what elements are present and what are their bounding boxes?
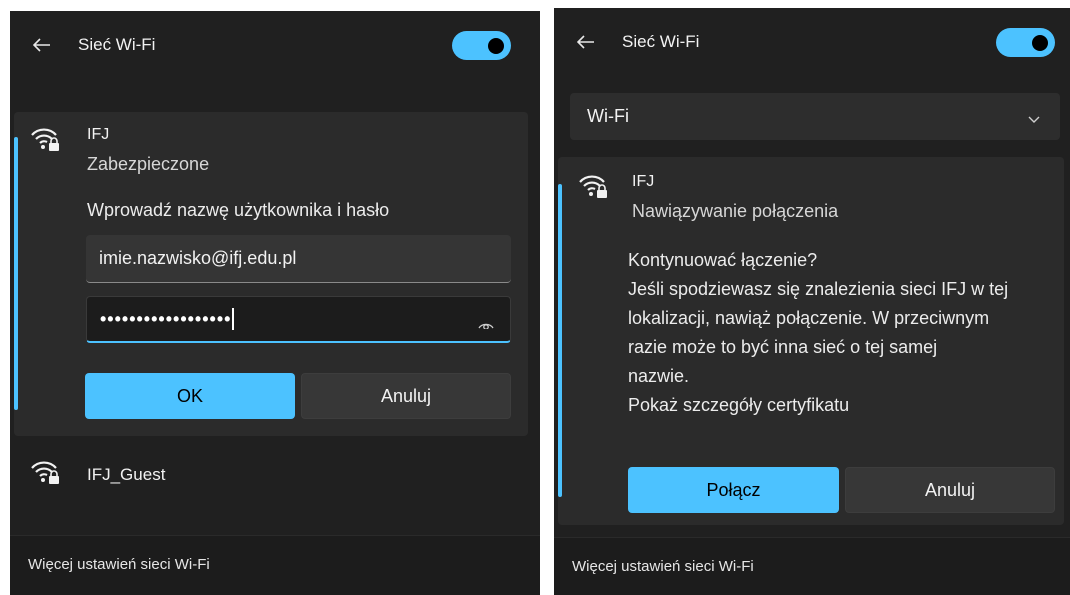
- wifi-panel-right: Sieć Wi-Fi Wi-Fi IFJ Nawiązywanie połącz…: [554, 8, 1070, 595]
- cancel-button[interactable]: Anuluj: [845, 467, 1055, 513]
- warning-question: Kontynuować łączenie?: [628, 250, 818, 270]
- back-arrow-icon[interactable]: [576, 32, 596, 52]
- network-name: IFJ: [632, 173, 655, 190]
- warning-line: nazwie.: [628, 366, 690, 386]
- header-title: Sieć Wi-Fi: [78, 35, 156, 54]
- credentials-prompt: Wprowadź nazwę użytkownika i hasło: [87, 200, 390, 220]
- show-certificate-link[interactable]: Pokaż szczegóły certyfikatu: [628, 391, 1058, 420]
- network-card-ifj: IFJ Nawiązywanie połączenia Kontynuować …: [558, 157, 1064, 525]
- selection-indicator: [558, 184, 562, 497]
- panel-header: Sieć Wi-Fi: [10, 11, 540, 83]
- warning-line: Jeśli spodziewasz się znalezienia sieci …: [628, 279, 1009, 299]
- adapter-dropdown[interactable]: Wi-Fi: [570, 93, 1060, 140]
- chevron-down-icon: [1028, 111, 1040, 129]
- network-item-ifj-guest[interactable]: IFJ_Guest: [14, 447, 528, 497]
- back-arrow-icon[interactable]: [32, 35, 52, 55]
- panel-footer: Więcej ustawień sieci Wi-Fi: [554, 537, 1070, 595]
- ok-button[interactable]: OK: [85, 373, 295, 419]
- password-value: ••••••••••••••••••: [100, 308, 232, 329]
- selection-indicator: [14, 137, 18, 410]
- wifi-panel-left: Sieć Wi-Fi IFJ Zabezpieczone Wprowadź na…: [10, 11, 540, 595]
- password-field[interactable]: ••••••••••••••••••: [86, 296, 511, 343]
- network-status: Zabezpieczone: [87, 154, 210, 174]
- connection-warning: Kontynuować łączenie? Jeśli spodziewasz …: [628, 246, 1058, 420]
- panel-footer: Więcej ustawień sieci Wi-Fi: [10, 535, 540, 595]
- wifi-secured-icon: [30, 459, 60, 485]
- warning-line: lokalizacji, nawiąż połączenie. W przeci…: [628, 308, 990, 328]
- more-wifi-settings-link[interactable]: Więcej ustawień sieci Wi-Fi: [572, 558, 754, 575]
- connect-button[interactable]: Połącz: [628, 467, 839, 513]
- username-field[interactable]: imie.nazwisko@ifj.edu.pl: [86, 235, 511, 283]
- network-card-ifj: IFJ Zabezpieczone Wprowadź nazwę użytkow…: [14, 112, 528, 436]
- warning-line: razie może to być inna sieć o tej samej: [628, 337, 938, 357]
- network-name: IFJ: [87, 126, 110, 143]
- toggle-knob: [1032, 35, 1048, 51]
- network-name: IFJ_Guest: [87, 465, 166, 484]
- cancel-button[interactable]: Anuluj: [301, 373, 511, 419]
- more-wifi-settings-link[interactable]: Więcej ustawień sieci Wi-Fi: [28, 556, 210, 573]
- username-value: imie.nazwisko@ifj.edu.pl: [99, 248, 297, 268]
- header-title: Sieć Wi-Fi: [622, 32, 700, 51]
- eye-icon[interactable]: [478, 313, 494, 334]
- panel-header: Sieć Wi-Fi: [554, 8, 1070, 80]
- wifi-toggle[interactable]: [452, 31, 511, 60]
- wifi-secured-icon: [30, 126, 60, 152]
- dropdown-selected-value: Wi-Fi: [587, 106, 629, 126]
- wifi-toggle[interactable]: [996, 28, 1055, 57]
- text-caret: [232, 308, 235, 330]
- toggle-knob: [488, 38, 504, 54]
- network-status: Nawiązywanie połączenia: [632, 201, 839, 221]
- wifi-secured-icon: [578, 173, 608, 199]
